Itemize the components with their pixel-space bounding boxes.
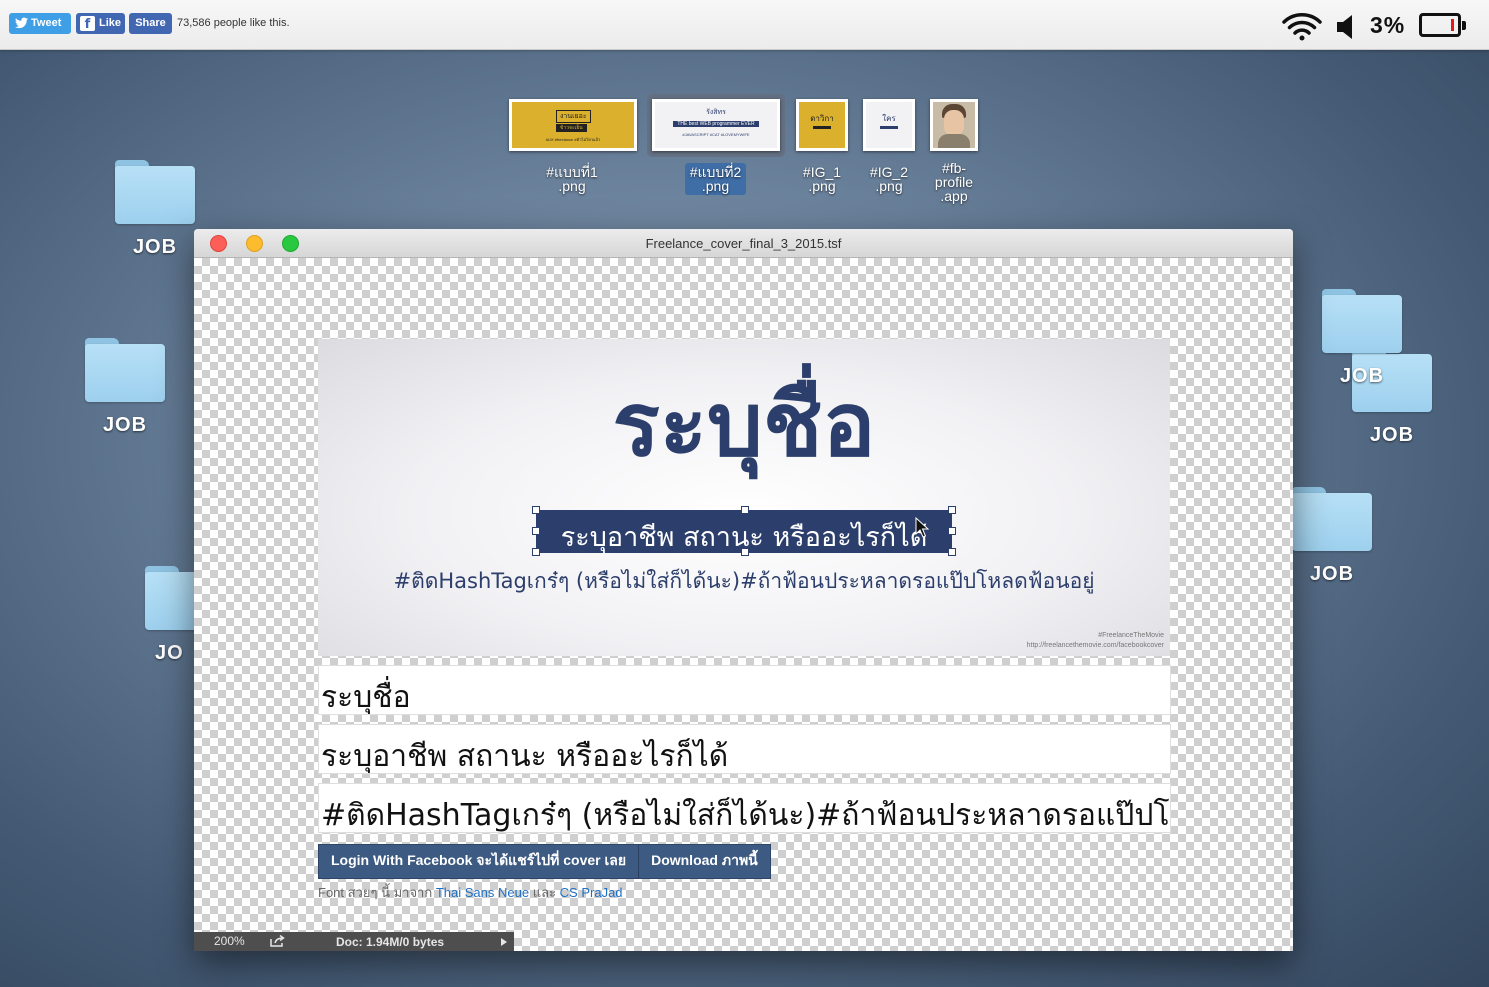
resize-handle[interactable]: [741, 506, 749, 514]
mouse-cursor-icon: [915, 517, 929, 538]
desktop-folder[interactable]: JOB: [115, 160, 195, 258]
editor-window: Freelance_cover_final_3_2015.tsf ระบุชื่…: [194, 229, 1293, 951]
cover-preview: ระบุชื่อ ระบุอาชีพ สถานะ หรืออะไรก็ได้ #…: [318, 339, 1170, 656]
wifi-icon[interactable]: [1282, 11, 1322, 41]
speaker-icon[interactable]: [1336, 14, 1358, 40]
document-size: Doc: 1.94M/0 bytes: [336, 935, 445, 949]
login-facebook-button[interactable]: Login With Facebook จะได้แชร์ไปที่ cover…: [319, 845, 638, 878]
resize-handle[interactable]: [948, 506, 956, 514]
thumbnail-image: รังสิทร THE best WEB programmer EVER #JA…: [655, 102, 777, 148]
resize-handle[interactable]: [532, 506, 540, 514]
thumbnail-fb-profile-app[interactable]: [930, 99, 978, 151]
desktop-folder[interactable]: JOB: [1292, 487, 1372, 585]
twitter-bird-icon: [15, 17, 28, 29]
folder-label: JOB: [132, 236, 178, 258]
facebook-icon: f: [80, 16, 95, 32]
cs-prajad-link[interactable]: CS PraJad: [560, 885, 623, 900]
job-field[interactable]: ระบุอาชีพ สถานะ หรืออะไรก็ได้: [318, 724, 1171, 774]
action-buttons: Login With Facebook จะได้แชร์ไปที่ cover…: [318, 844, 771, 879]
profile-photo-thumbnail: [933, 102, 975, 148]
font-credit: Font สวยๆ นี้ มาจาก Thai Sans Neue และ C…: [318, 882, 623, 903]
tags-field[interactable]: #ติดHashTagเกร๋ๆ (หรือไม่ใส่ก็ได้นะ)#ถ้า…: [318, 783, 1171, 833]
resize-handle[interactable]: [948, 548, 956, 556]
thumbnail-ig-1[interactable]: ดาวิกา: [796, 99, 848, 151]
window-title: Freelance_cover_final_3_2015.tsf: [645, 236, 842, 251]
zoom-level[interactable]: 200%: [214, 934, 245, 948]
thumbnail-image: งานเยอะ ข้าวจะเย็น #UX #freelance #ตัวไม…: [512, 102, 634, 148]
desktop-folder[interactable]: JOB: [1322, 289, 1402, 387]
preview-tags: #UX #freelance #ตัวไม่ไหวแล้ว: [545, 137, 601, 142]
credit-and: และ: [532, 885, 557, 900]
status-bar: 200% Doc: 1.94M/0 bytes: [194, 932, 514, 951]
resize-handle[interactable]: [948, 527, 956, 535]
thumbnail-design-1[interactable]: งานเยอะ ข้าวจะเย็น #UX #freelance #ตัวไม…: [509, 99, 637, 151]
thumbnail-label: #IG_1 .png: [802, 164, 842, 194]
name-field[interactable]: ระบุชื่อ: [318, 665, 1171, 715]
resize-handle[interactable]: [532, 527, 540, 535]
folder-icon: [85, 344, 165, 402]
likes-count: 73,586 people like this.: [177, 17, 290, 29]
export-icon[interactable]: [270, 935, 286, 947]
tweet-label: Tweet: [31, 17, 62, 29]
preview-subtitle: ข้าวจะเย็น: [556, 124, 587, 132]
cover-watermark-tag: #FreelanceTheMovie: [1098, 632, 1164, 639]
cover-job-box[interactable]: ระบุอาชีพ สถานะ หรืออะไรก็ได้: [536, 510, 952, 553]
top-bar: Tweet f Like Share 73,586 people like th…: [0, 0, 1489, 50]
folder-label: JOB: [1309, 563, 1355, 585]
thumbnail-label: #fb-profile .app: [934, 160, 974, 204]
resize-handle[interactable]: [741, 548, 749, 556]
download-button[interactable]: Download ภาพนี้: [639, 845, 770, 878]
preview-tags: #JAVASCRIPT #CAT #LOVEMYWIFE: [682, 132, 750, 137]
share-label: Share: [135, 17, 166, 29]
thumbnail-design-2[interactable]: รังสิทร THE best WEB programmer EVER #JA…: [652, 99, 780, 151]
folder-icon: [115, 166, 195, 224]
status-menu-arrow-icon[interactable]: [501, 938, 507, 946]
cover-name-text[interactable]: ระบุชื่อ: [318, 381, 1170, 469]
thumbnail-image: ดาวิกา: [799, 102, 845, 148]
folder-icon: [1322, 295, 1402, 353]
like-label: Like: [99, 17, 122, 29]
thai-sans-neue-link[interactable]: Thai Sans Neue: [436, 885, 529, 900]
preview-title: งานเยอะ: [556, 110, 591, 123]
transparency-canvas: ระบุชื่อ ระบุอาชีพ สถานะ หรืออะไรก็ได้ #…: [194, 258, 1293, 951]
cover-tags-text[interactable]: #ติดHashTagเกร๋ๆ (หรือไม่ใส่ก็ได้นะ)#ถ้า…: [318, 565, 1170, 598]
tweet-button[interactable]: Tweet: [9, 13, 71, 34]
facebook-share-button[interactable]: Share: [129, 13, 172, 34]
battery-icon[interactable]: [1419, 13, 1466, 37]
thumbnail-label: #แบบที่1 .png: [546, 164, 598, 194]
folder-icon: [1292, 493, 1372, 551]
thumbnail-label: #แบบที่2 .png: [689, 164, 742, 194]
thumbnail-image: ใคร: [866, 102, 912, 148]
facebook-like-button[interactable]: f Like: [76, 13, 125, 34]
resize-handle[interactable]: [532, 548, 540, 556]
folder-label: JOB: [1339, 365, 1385, 387]
desktop-folder[interactable]: JOB: [85, 338, 165, 436]
thumbnail-label: #IG_2 .png: [869, 164, 909, 194]
cover-watermark-url: http://freelancethemovie.com/facebookcov…: [1026, 642, 1164, 649]
preview-title: ใคร: [882, 114, 896, 123]
folder-label: JOB: [1369, 424, 1415, 446]
battery-percent: 3%: [1370, 12, 1406, 38]
battery-level: [1451, 19, 1454, 31]
preview-title: ดาวิกา: [810, 114, 834, 123]
folder-label: JOB: [102, 414, 148, 436]
window-titlebar[interactable]: Freelance_cover_final_3_2015.tsf: [194, 229, 1293, 258]
preview-title: รังสิทร: [706, 108, 726, 116]
thumbnail-ig-2[interactable]: ใคร: [863, 99, 915, 151]
preview-subtitle: THE best WEB programmer EVER: [673, 121, 759, 127]
credit-prefix: Font สวยๆ นี้ มาจาก: [318, 885, 433, 900]
